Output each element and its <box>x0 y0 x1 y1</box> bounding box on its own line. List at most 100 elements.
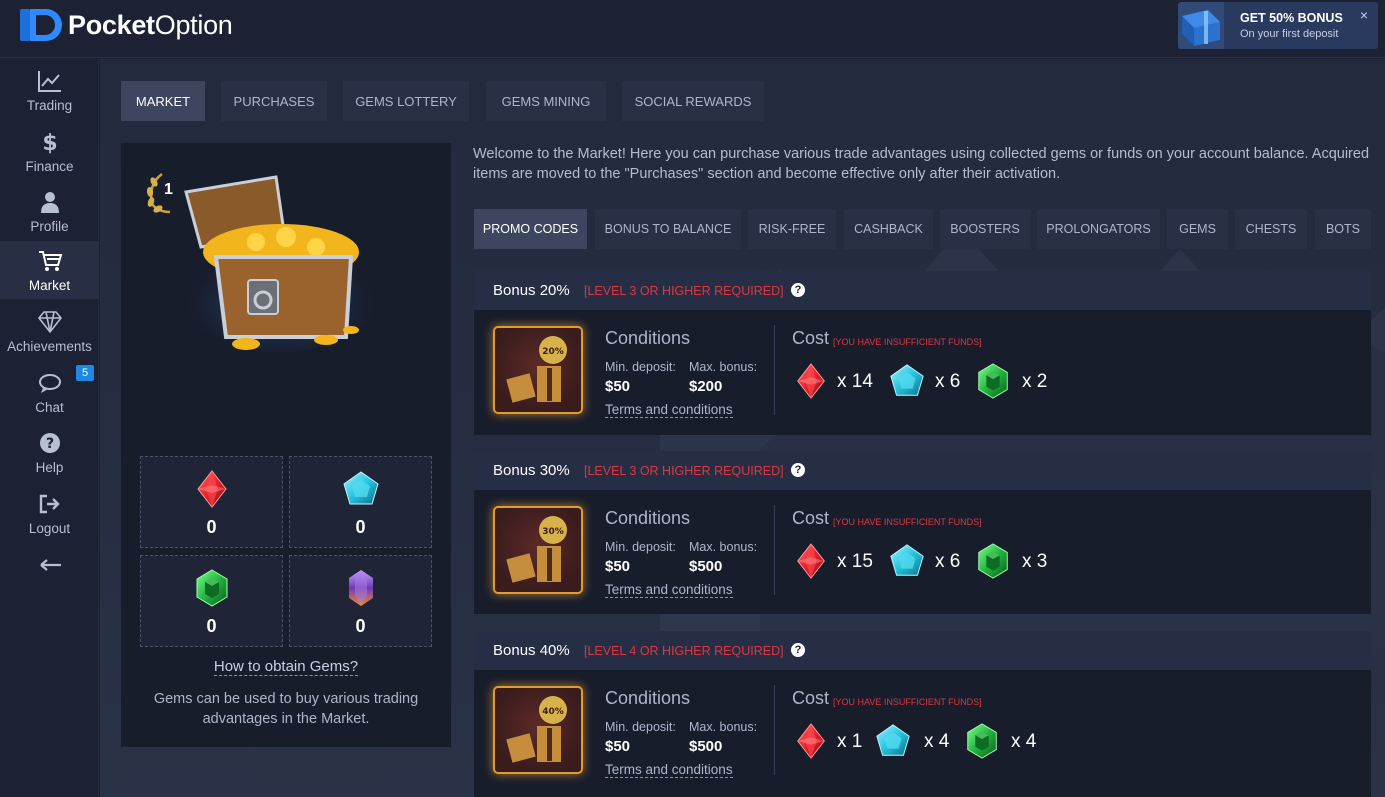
max-bonus-value: $500 <box>689 558 723 575</box>
sidebar-item-market[interactable]: Market <box>0 241 99 299</box>
sidebar-item-label: Finance <box>25 159 74 174</box>
bonus-title: GET 50% BONUS <box>1240 11 1343 25</box>
purple-gem-balance: 0 <box>289 555 432 647</box>
purple-gem-icon <box>341 568 381 608</box>
sidebar: Trading $ Finance Profile Market Achieve… <box>0 59 99 797</box>
blue-gem-icon <box>888 542 926 580</box>
sidebar-item-chat[interactable]: Chat 5 <box>0 363 99 421</box>
sidebar-item-finance[interactable]: $ Finance <box>0 122 99 180</box>
gem-count: 0 <box>355 517 366 537</box>
sidebar-item-achievements[interactable]: Achievements <box>0 302 99 360</box>
terms-link[interactable]: Terms and conditions <box>605 762 733 778</box>
market-welcome-text: Welcome to the Market! Here you can purc… <box>473 146 1370 182</box>
pocketoption-logo[interactable]: PocketOption <box>20 7 233 43</box>
conditions-title: Conditions <box>605 688 691 708</box>
max-bonus-value: $500 <box>689 738 723 755</box>
green-gem-cost: x 3 <box>1022 551 1048 572</box>
tab-gems-lottery[interactable]: GEMS LOTTERY <box>343 81 469 121</box>
insufficient-funds-warning: [YOU HAVE INSUFFICIENT FUNDS] <box>833 697 982 707</box>
close-icon[interactable]: × <box>1360 7 1368 23</box>
gift-box-icon <box>1178 2 1224 49</box>
question-icon[interactable]: ? <box>791 643 805 657</box>
insufficient-funds-warning: [YOU HAVE INSUFFICIENT FUNDS] <box>833 517 982 527</box>
sidebar-item-help[interactable]: ? Help <box>0 423 99 481</box>
tab-purchases[interactable]: PURCHASES <box>221 81 327 121</box>
green-gem-cost: x 2 <box>1022 371 1048 392</box>
blue-gem-cost: x 6 <box>935 371 961 392</box>
tab-bonus-to-balance[interactable]: BONUS TO BALANCE <box>595 209 741 249</box>
blue-gem-balance: 0 <box>289 456 432 548</box>
user-icon <box>40 192 59 213</box>
level-requirement: [LEVEL 3 OR HIGHER REQUIRED] <box>584 284 784 298</box>
sidebar-item-label: Trading <box>26 98 73 113</box>
min-deposit-label: Min. deposit: <box>605 360 676 374</box>
promo-code-image[interactable]: 30% <box>493 506 583 594</box>
tab-market[interactable]: MARKET <box>121 81 205 121</box>
blue-gem-cost: x 6 <box>935 551 961 572</box>
arrow-left-icon <box>39 559 61 571</box>
tab-boosters[interactable]: BOOSTERS <box>940 209 1030 249</box>
tab-gems[interactable]: GEMS <box>1167 209 1228 249</box>
sidebar-item-label: Profile <box>30 219 69 234</box>
tab-social-rewards[interactable]: SOCIAL REWARDS <box>622 81 764 121</box>
blue-gem-icon <box>888 362 926 400</box>
user-level-number: 1 <box>164 181 173 198</box>
offer-header: Bonus 40% [LEVEL 4 OR HIGHER REQUIRED] ? <box>474 631 1371 670</box>
red-gem-icon <box>192 469 232 509</box>
sidebar-item-trading[interactable]: Trading <box>0 61 99 119</box>
red-gem-icon <box>792 722 830 760</box>
green-gem-icon <box>963 722 1001 760</box>
offer-body: 40% Conditions Min. deposit: Max. bonus:… <box>474 670 1371 797</box>
divider <box>774 505 775 595</box>
terms-link[interactable]: Terms and conditions <box>605 582 733 598</box>
chart-icon <box>37 71 61 92</box>
sidebar-collapse-button[interactable] <box>0 545 99 575</box>
level-requirement: [LEVEL 4 OR HIGHER REQUIRED] <box>584 644 784 658</box>
sidebar-item-label: Market <box>28 278 71 293</box>
max-bonus-label: Max. bonus: <box>689 360 758 374</box>
tab-risk-free[interactable]: RISK-FREE <box>748 209 836 249</box>
diamond-icon <box>37 311 62 334</box>
min-deposit-label: Min. deposit: <box>605 540 676 554</box>
how-to-obtain-gems-link[interactable]: How to obtain Gems? <box>121 658 451 676</box>
terms-link[interactable]: Terms and conditions <box>605 402 733 418</box>
blue-gem-cost: x 4 <box>924 731 950 752</box>
cart-icon <box>38 251 62 271</box>
sidebar-item-logout[interactable]: Logout <box>0 484 99 542</box>
cost-title: Cost <box>792 688 830 708</box>
question-icon: ? <box>39 433 60 453</box>
cost-title: Cost <box>792 328 830 348</box>
question-icon[interactable]: ? <box>791 463 805 477</box>
gift-card-icon: 30% <box>506 516 567 583</box>
min-deposit-label: Min. deposit: <box>605 720 676 734</box>
offer-card-bonus-20: Bonus 20% [LEVEL 3 OR HIGHER REQUIRED] ?… <box>474 271 1371 435</box>
min-deposit-value: $50 <box>605 738 631 755</box>
min-deposit-value: $50 <box>605 558 631 575</box>
gem-count: 0 <box>206 517 217 537</box>
tab-gems-mining[interactable]: GEMS MINING <box>486 81 606 121</box>
svg-text:$: $ <box>42 131 57 154</box>
min-deposit-value: $50 <box>605 378 631 395</box>
red-gem-cost: x 14 <box>837 371 873 392</box>
offer-body: 30% Conditions Min. deposit: Max. bonus:… <box>474 490 1371 614</box>
insufficient-funds-warning: [YOU HAVE INSUFFICIENT FUNDS] <box>833 337 982 347</box>
tab-promo-codes[interactable]: PROMO CODES <box>474 209 587 249</box>
tab-bots[interactable]: BOTS <box>1315 209 1371 249</box>
question-icon[interactable]: ? <box>791 283 805 297</box>
red-gem-cost: x 15 <box>837 551 873 572</box>
tab-cashback[interactable]: CASHBACK <box>844 209 933 249</box>
offer-header: Bonus 30% [LEVEL 3 OR HIGHER REQUIRED] ? <box>474 451 1371 490</box>
green-gem-cost: x 4 <box>1011 731 1037 752</box>
promo-code-image[interactable]: 40% <box>493 686 583 774</box>
promo-code-image[interactable]: 20% <box>493 326 583 414</box>
tab-chests[interactable]: CHESTS <box>1235 209 1307 249</box>
first-deposit-bonus-banner[interactable]: GET 50% BONUS On your first deposit × <box>1178 2 1378 49</box>
offer-title: Bonus 30% <box>493 462 570 479</box>
sidebar-item-profile[interactable]: Profile <box>0 182 99 240</box>
cost-title: Cost <box>792 508 830 528</box>
conditions-title: Conditions <box>605 508 691 528</box>
gift-card-icon: 40% <box>506 696 567 763</box>
offer-title: Bonus 40% <box>493 642 570 659</box>
tab-prolongators[interactable]: PROLONGATORS <box>1037 209 1160 249</box>
offer-card-bonus-30: Bonus 30% [LEVEL 3 OR HIGHER REQUIRED] ?… <box>474 451 1371 615</box>
